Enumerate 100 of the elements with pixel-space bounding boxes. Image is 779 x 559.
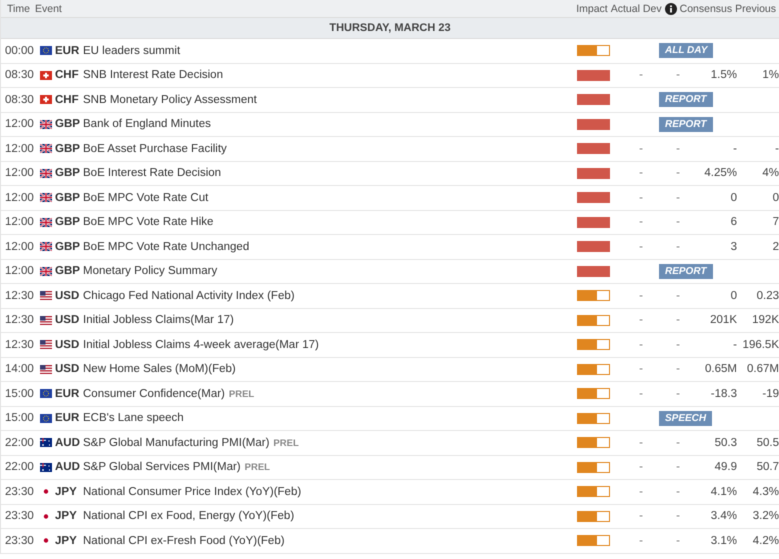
actual-value: - [638, 69, 644, 82]
event-name[interactable]: BoE Asset Purchase Facility [83, 142, 227, 155]
event-name[interactable]: BoE Interest Rate Decision [83, 167, 222, 180]
impact-bar [577, 412, 610, 424]
currency-code: GBP [55, 142, 81, 155]
event-name[interactable]: ECB's Lane speech [83, 412, 184, 424]
event-time: 23:30 [5, 534, 35, 547]
flag-icon [40, 46, 52, 56]
event-name[interactable]: EU leaders summit [83, 44, 180, 57]
currency-code: USD [55, 363, 80, 376]
flag-icon [40, 364, 52, 374]
info-icon[interactable] [664, 2, 677, 14]
impact-bar [577, 314, 610, 326]
impact-bar [577, 510, 610, 522]
event-type-badge: SPEECH [659, 410, 712, 426]
event-name[interactable]: S&P Global Services PMI(Mar) [83, 461, 241, 474]
actual-value: - [638, 388, 644, 400]
deviation-value: - [675, 314, 681, 326]
event-time: 12:00 [5, 142, 35, 155]
event-name[interactable]: SNB Interest Rate Decision [83, 69, 223, 82]
event-name[interactable]: New Home Sales (MoM)(Feb) [83, 363, 236, 376]
event-type-badge: REPORT [659, 116, 712, 132]
flag-icon [40, 438, 52, 448]
flag-icon [40, 340, 52, 350]
impact-bar [577, 143, 610, 154]
impact-bar [577, 241, 610, 252]
actual-value: - [638, 290, 644, 302]
currency-code: GBP [55, 118, 81, 130]
impact-bar [577, 94, 610, 106]
event-name[interactable]: Chicago Fed National Activity Index (Feb) [83, 290, 295, 302]
impact-bar [577, 462, 610, 473]
consensus-value: 4.1% [710, 486, 737, 498]
actual-value: - [638, 486, 644, 498]
event-name[interactable]: Bank of England Minutes [83, 118, 211, 130]
impact-bar [577, 339, 610, 350]
impact-bar [577, 437, 610, 448]
impact-bar [577, 364, 610, 375]
event-name[interactable]: Monetary Policy Summary [83, 265, 218, 278]
actual-value: - [638, 167, 644, 180]
previous-value: 4.2% [752, 534, 779, 547]
impact-bar [577, 118, 610, 130]
event-name[interactable]: Consumer Confidence(Mar) [83, 388, 225, 400]
event-type-badge: REPORT [659, 92, 712, 108]
impact-bar [577, 192, 610, 204]
consensus-value: 49.9 [714, 461, 737, 474]
event-name[interactable]: National CPI ex Food, Energy (YoY)(Feb) [83, 510, 294, 522]
event-name[interactable]: BoE MPC Vote Rate Unchanged [83, 240, 250, 253]
previous-value: 0.67M [746, 363, 779, 376]
previous-value: 50.7 [756, 461, 779, 474]
event-name[interactable]: National CPI ex-Fresh Food (YoY)(Feb) [83, 534, 285, 547]
currency-code: GBP [55, 216, 81, 228]
event-name[interactable]: BoE MPC Vote Rate Hike [83, 216, 214, 228]
event-name[interactable]: National Consumer Price Index (YoY)(Feb) [83, 486, 302, 498]
actual-value: - [638, 436, 644, 449]
deviation-value: - [675, 363, 681, 376]
previous-value: -19 [761, 388, 779, 400]
consensus-value: 0 [730, 290, 737, 302]
flag-icon [40, 168, 52, 178]
event-time: 12:30 [5, 338, 35, 351]
impact-bar [577, 290, 610, 302]
previous-value: 4% [761, 167, 779, 180]
deviation-value: - [675, 486, 681, 498]
column-header: Dev [642, 2, 662, 14]
currency-code: JPY [55, 486, 78, 498]
consensus-value: - [732, 338, 737, 351]
deviation-value: - [675, 69, 681, 82]
consensus-value: 201K [709, 314, 737, 326]
actual-value: - [638, 510, 644, 522]
currency-code: GBP [55, 265, 81, 278]
consensus-value: 3.1% [710, 534, 737, 547]
preliminary-tag: PREL [228, 388, 254, 400]
event-name[interactable]: SNB Monetary Policy Assessment [83, 94, 257, 106]
impact-bar [577, 70, 610, 81]
flag-icon [40, 462, 52, 472]
deviation-value: - [675, 338, 681, 351]
column-header: Time [7, 2, 31, 14]
event-time: 12:30 [5, 290, 35, 302]
event-time: 12:30 [5, 314, 35, 326]
flag-icon [40, 266, 52, 276]
event-time: 15:00 [5, 388, 35, 400]
impact-bar [577, 266, 610, 277]
event-name[interactable]: S&P Global Manufacturing PMI(Mar) [83, 436, 270, 449]
currency-code: GBP [55, 167, 81, 180]
currency-code: USD [55, 290, 80, 302]
event-time: 08:30 [5, 94, 35, 106]
column-header: Previous [735, 2, 776, 14]
impact-bar [577, 535, 610, 546]
currency-code: USD [55, 314, 80, 326]
consensus-value: 0.65M [704, 363, 737, 376]
previous-value: 196.5K [742, 338, 779, 351]
event-name[interactable]: Initial Jobless Claims(Mar 17) [83, 314, 234, 326]
deviation-value: - [675, 216, 681, 228]
event-time: 12:00 [5, 167, 35, 180]
column-header: Actual [610, 2, 640, 14]
actual-value: - [638, 363, 644, 376]
event-name[interactable]: Initial Jobless Claims 4-week average(Mar 17) [83, 338, 319, 351]
event-name[interactable]: BoE MPC Vote Rate Cut [83, 192, 208, 204]
event-type-badge: REPORT [659, 264, 712, 279]
consensus-value: 50.3 [714, 436, 737, 449]
currency-code: AUD [55, 436, 81, 449]
